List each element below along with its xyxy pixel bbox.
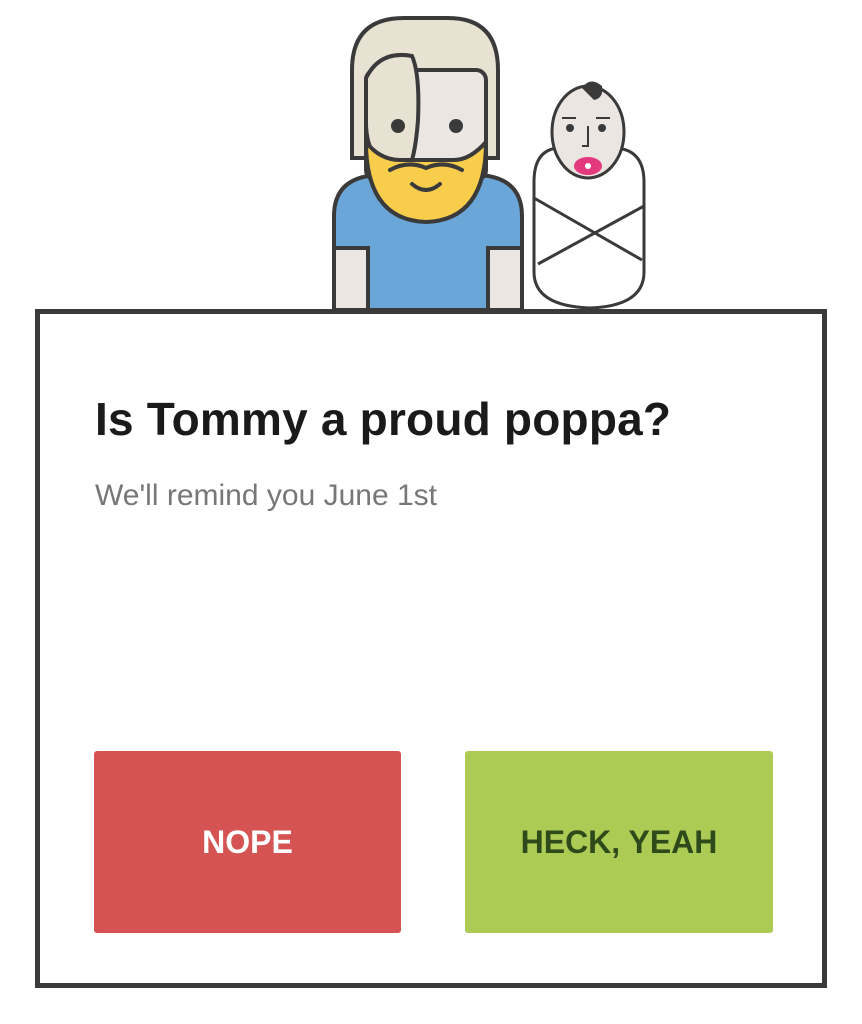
dad-and-baby-illustration xyxy=(332,16,646,312)
dialog-subtitle: We'll remind you June 1st xyxy=(95,479,437,512)
heck-yeah-button[interactable]: HECK, YEAH xyxy=(465,751,773,933)
dialog-title: Is Tommy a proud poppa? xyxy=(95,393,672,445)
nope-button-label: NOPE xyxy=(202,823,293,860)
heck-yeah-button-label: HECK, YEAH xyxy=(520,823,718,860)
nope-button[interactable]: NOPE xyxy=(94,751,401,933)
father-figure xyxy=(332,16,524,312)
reminder-dialog: Is Tommy a proud poppa? We'll remind you… xyxy=(35,309,827,988)
baby-figure xyxy=(532,81,646,310)
